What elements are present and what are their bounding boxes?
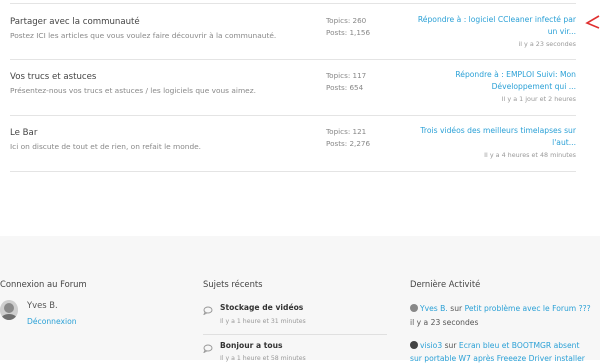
activity-topic-continuation[interactable]: sur portable W7 après Freeeze Driver ins… — [410, 354, 585, 363]
forum-row: Le Bar Ici on discute de tout et de rien… — [10, 115, 576, 171]
forum-description: Postez ICI les articles que vous voulez … — [10, 31, 277, 40]
recent-topics-title: Sujets récents — [203, 279, 263, 289]
last-post-link[interactable]: Trois vidéos des meilleurs timelapses su… — [406, 125, 576, 149]
last-post-link[interactable]: Répondre à : logiciel CCleaner infecté p… — [406, 14, 576, 38]
recent-topic-link[interactable]: Stockage de vidéos — [220, 303, 303, 312]
activity-word: sur — [444, 341, 457, 350]
activity-item: visio3 sur Ecran bleu et BOOTMGR absent — [410, 341, 579, 350]
activity-word: sur — [450, 304, 463, 313]
user-avatar-icon — [410, 341, 418, 349]
forum-topics-count: Topics: 260 — [326, 16, 367, 25]
activity-user-link[interactable]: visio3 — [420, 341, 442, 350]
forum-title[interactable]: Partager avec la communauté — [10, 17, 140, 27]
user-avatar-icon — [410, 304, 418, 312]
user-avatar-icon — [0, 300, 18, 320]
user-name[interactable]: Yves B. — [27, 300, 58, 310]
activity-item: Yves B. sur Petit problème avec le Forum… — [410, 304, 591, 313]
last-post-time: il y a 23 secondes — [518, 40, 576, 48]
recent-topic-time: Il y a 1 heure et 58 minutes — [220, 355, 306, 362]
activity-topic-link[interactable]: Petit problème avec le Forum ??? — [465, 304, 591, 313]
forum-posts-count: Posts: 2,276 — [326, 139, 371, 148]
avatar[interactable] — [0, 300, 18, 320]
forum-posts-count: Posts: 654 — [326, 83, 364, 92]
logout-link[interactable]: Déconnexion — [27, 317, 77, 326]
last-post-time: Il y a 1 jour et 2 heures — [501, 95, 576, 103]
topic-divider — [203, 334, 387, 335]
forum-description: Ici on discute de tout et de rien, on re… — [10, 142, 202, 151]
activity-title: Dernière Activité — [410, 279, 481, 289]
forum-topics-count: Topics: 117 — [326, 71, 367, 80]
row-divider — [10, 171, 576, 172]
red-arrow-icon — [585, 15, 600, 29]
forum-topics-count: Topics: 121 — [326, 127, 367, 136]
chat-bubble-icon — [203, 306, 213, 315]
recent-topic-time: Il y a 1 heure et 31 minutes — [220, 318, 306, 325]
activity-user-link[interactable]: Yves B. — [420, 304, 448, 313]
forum-title[interactable]: Le Bar — [10, 128, 37, 138]
forum-description: Présentez-nous vos trucs et astuces / le… — [10, 86, 256, 95]
activity-topic-link[interactable]: Ecran bleu et BOOTMGR absent — [459, 341, 580, 350]
login-widget-title: Connexion au Forum — [0, 279, 87, 289]
last-post-link[interactable]: Répondre à : EMPLOI Suivi: Mon Développe… — [406, 69, 576, 93]
footer: Connexion au Forum Yves B. Déconnexion S… — [0, 236, 600, 363]
activity-time: il y a 23 secondes — [410, 318, 479, 327]
recent-topic-link[interactable]: Bonjour a tous — [220, 341, 283, 350]
forum-row: Vos trucs et astuces Présentez-nous vos … — [10, 59, 576, 115]
forum-title[interactable]: Vos trucs et astuces — [10, 72, 96, 82]
chat-bubble-icon — [203, 344, 213, 353]
last-post-time: Il y a 4 heures et 48 minutes — [484, 151, 576, 159]
forum-posts-count: Posts: 1,156 — [326, 28, 371, 37]
forum-list: Partager avec la communauté Postez ICI l… — [0, 0, 600, 182]
forum-row: Partager avec la communauté Postez ICI l… — [10, 3, 576, 59]
